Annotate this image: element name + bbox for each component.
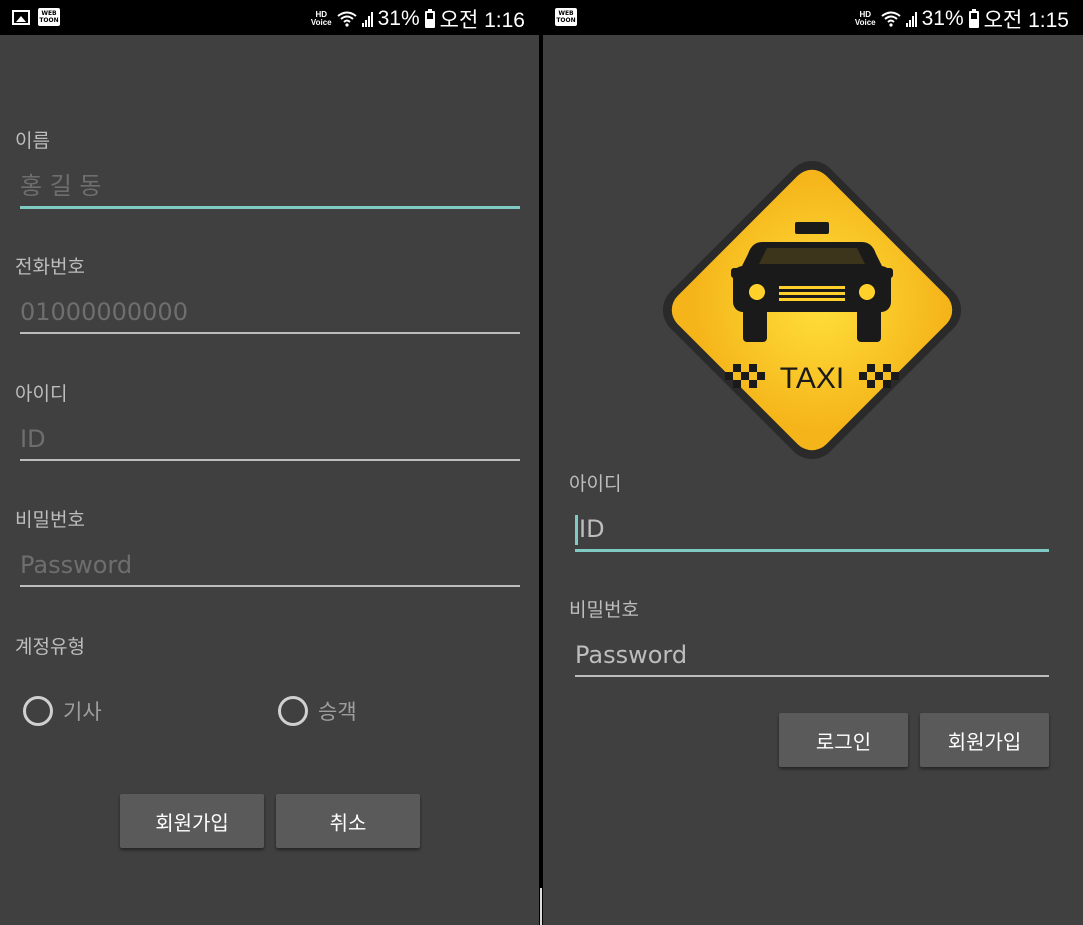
clock: 오전 1:16	[439, 9, 525, 32]
password-input[interactable]	[575, 635, 1049, 675]
password-label: 비밀번호	[15, 509, 85, 531]
wifi-icon	[336, 11, 357, 27]
id-input[interactable]	[20, 419, 520, 459]
webtoon-icon: WEB TOON	[38, 8, 60, 26]
battery-icon	[424, 8, 435, 28]
radio-driver-label: 기사	[63, 700, 102, 724]
hd-voice-icon: HD Voice	[310, 10, 332, 27]
name-label: 이름	[15, 130, 50, 152]
password-input[interactable]	[20, 545, 520, 585]
status-bar: WEB TOON HD Voice 31% 오전 1:16	[0, 0, 539, 35]
cancel-button[interactable]: 취소	[276, 794, 420, 848]
phone-input[interactable]	[20, 292, 520, 332]
radio-circle-icon[interactable]	[278, 696, 308, 726]
divider-line	[540, 888, 542, 925]
radio-circle-icon[interactable]	[23, 696, 53, 726]
login-screen: WEB TOON HD Voice 31% 오전 1:15 TAXI 아이디 I…	[543, 0, 1083, 925]
id-input[interactable]	[575, 509, 1053, 549]
signup-screen: WEB TOON HDVoice 31% 오전 1:16 이름 전화번호	[0, 0, 539, 925]
hd-voice-icon: HD Voice	[854, 10, 876, 27]
phone-field[interactable]	[20, 292, 520, 334]
wifi-icon	[880, 11, 901, 27]
taxi-logo: TAXI	[662, 160, 962, 460]
signal-icon	[361, 11, 373, 27]
status-bar: WEB TOON HD Voice 31% 오전 1:15	[543, 0, 1083, 35]
name-input[interactable]	[20, 166, 520, 206]
id-label: 아이디	[15, 383, 68, 405]
phone-label: 전화번호	[15, 256, 85, 278]
radio-passenger[interactable]: 승객	[278, 696, 357, 726]
text-cursor	[575, 515, 578, 545]
gallery-icon	[12, 9, 30, 25]
webtoon-icon: WEB TOON	[555, 8, 577, 26]
signal-icon	[905, 11, 917, 27]
password-field[interactable]	[575, 635, 1049, 677]
battery-percent: 31%	[377, 7, 420, 30]
id-field[interactable]	[20, 419, 520, 461]
password-label: 비밀번호	[569, 599, 639, 621]
id-field[interactable]	[575, 509, 1053, 552]
radio-driver[interactable]: 기사	[23, 696, 102, 726]
radio-passenger-label: 승객	[318, 700, 357, 724]
signup-button[interactable]: 회원가입	[920, 713, 1049, 767]
battery-icon	[968, 8, 979, 28]
clock: 오전 1:15	[983, 9, 1069, 32]
signup-button[interactable]: 회원가입	[120, 794, 264, 848]
taxi-logo-text: TAXI	[780, 362, 844, 395]
battery-percent: 31%	[921, 7, 964, 30]
login-button[interactable]: 로그인	[779, 713, 908, 767]
id-label: 아이디	[569, 473, 622, 495]
name-field[interactable]	[20, 166, 520, 209]
password-field[interactable]	[20, 545, 520, 587]
account-type-label: 계정유형	[15, 636, 85, 658]
